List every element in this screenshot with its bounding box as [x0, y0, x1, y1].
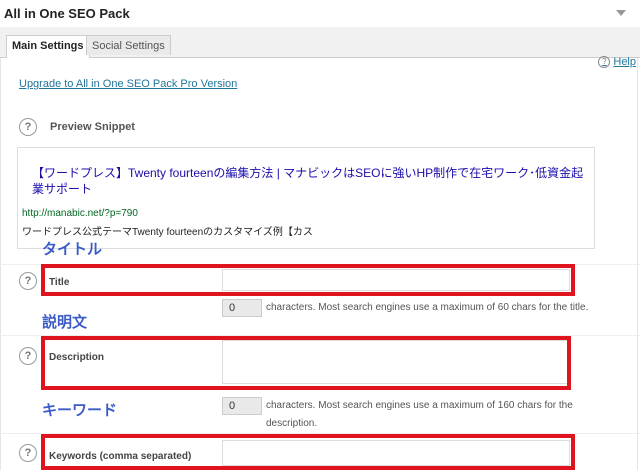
description-char-note: characters. Most search engines use a ma… — [266, 397, 626, 433]
annotation-description-jp: 説明文 — [42, 314, 88, 331]
snippet-description: ワードプレス公式テーマTwenty fourteenのカスタマイズ例【カス — [22, 227, 313, 238]
question-circle-icon[interactable]: ? — [19, 118, 37, 136]
title-char-count: 0 — [222, 299, 262, 317]
annotation-title-jp: タイトル — [42, 241, 103, 258]
tab-social-settings[interactable]: Social Settings — [86, 35, 171, 55]
title-char-note: characters. Most search engines use a ma… — [266, 299, 626, 317]
help-label[interactable]: Help — [613, 56, 636, 68]
meta-box-header[interactable]: All in One SEO Pack — [0, 0, 640, 28]
tab-bar: Main Settings Social Settings — [0, 27, 640, 58]
question-circle-icon[interactable]: ? — [19, 272, 37, 290]
tab-main-settings[interactable]: Main Settings — [6, 35, 90, 58]
description-char-count: 0 — [222, 397, 262, 415]
highlight-keywords — [41, 434, 575, 470]
description-char-note-text: characters. Most search engines use a ma… — [266, 400, 573, 429]
question-circle-icon[interactable]: ? — [19, 347, 37, 365]
snippet-url: http://manabic.net/?p=790 — [22, 208, 138, 219]
highlight-description — [41, 336, 571, 390]
snippet-title: 【ワードプレス】Twenty fourteenの編集方法 | マナビックはSEO… — [32, 166, 584, 196]
meta-box-title: All in One SEO Pack — [4, 6, 130, 21]
upgrade-link[interactable]: Upgrade to All in One SEO Pack Pro Versi… — [19, 78, 237, 90]
annotation-keywords-jp: キーワード — [42, 402, 118, 419]
help-link[interactable]: ? Help — [598, 56, 636, 68]
title-char-note-text: characters. Most search engines use a ma… — [266, 302, 589, 313]
highlight-title — [41, 264, 575, 296]
caret-down-icon[interactable] — [616, 10, 626, 16]
question-circle-icon: ? — [598, 56, 611, 68]
preview-snippet-label: Preview Snippet — [50, 121, 135, 133]
question-circle-icon[interactable]: ? — [19, 444, 37, 462]
preview-snippet-box: 【ワードプレス】Twenty fourteenの編集方法 | マナビックはSEO… — [17, 147, 595, 249]
